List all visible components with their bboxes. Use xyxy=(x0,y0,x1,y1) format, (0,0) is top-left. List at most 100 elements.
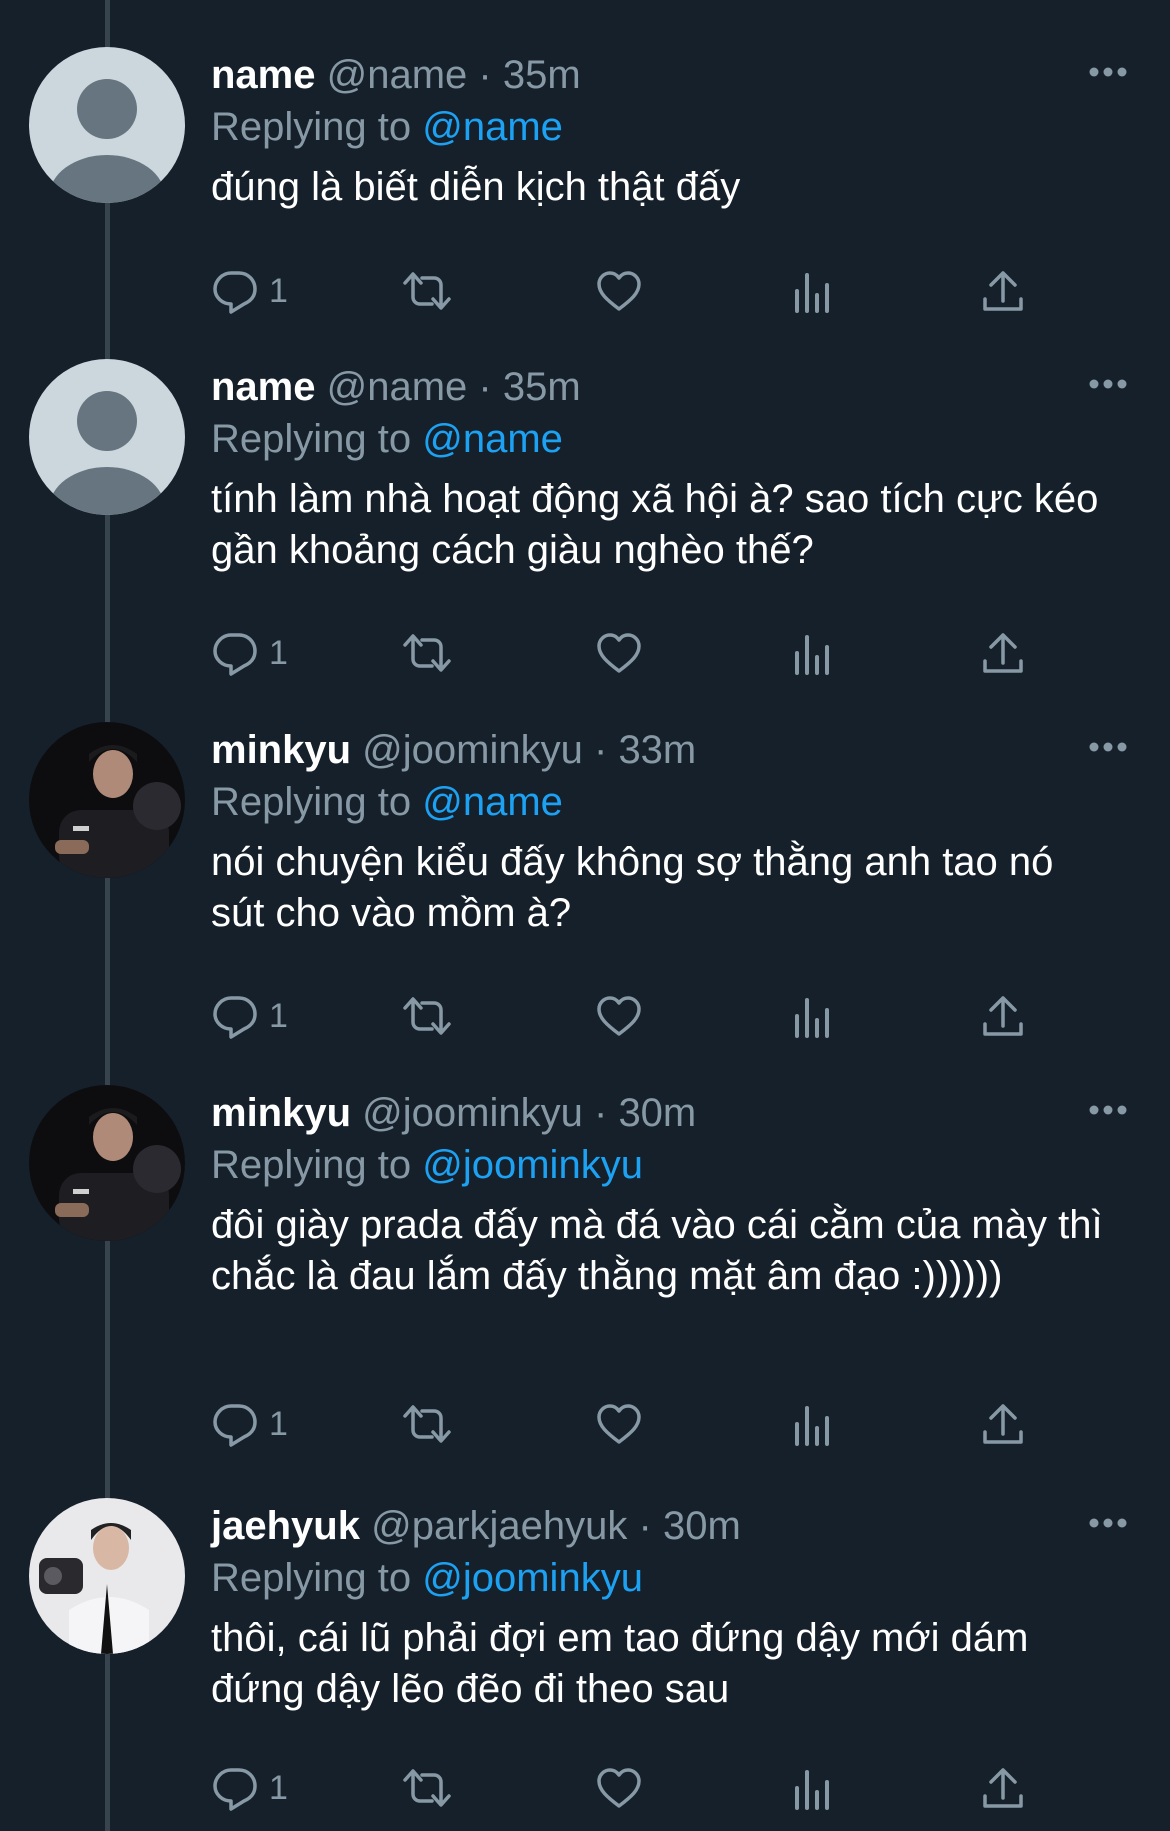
handle[interactable]: @name xyxy=(327,53,468,97)
action-bar: 1 xyxy=(211,1761,1051,1815)
replying-to-handle[interactable]: @joominkyu xyxy=(422,1556,643,1600)
more-icon[interactable] xyxy=(1088,66,1128,78)
retweet-icon xyxy=(403,997,451,1035)
like-button[interactable] xyxy=(595,264,643,318)
reply-button[interactable]: 1 xyxy=(211,264,288,318)
username[interactable]: name xyxy=(211,365,316,409)
more-icon[interactable] xyxy=(1088,378,1128,390)
replying-to: Replying to @name xyxy=(211,414,563,464)
action-bar: 1 xyxy=(211,626,1051,680)
tweet-header: name @name · 35m xyxy=(211,50,581,100)
username[interactable]: jaehyuk xyxy=(211,1504,360,1548)
photo-avatar-light[interactable] xyxy=(29,1498,185,1654)
reply-icon xyxy=(213,996,257,1039)
photo-avatar-dark[interactable] xyxy=(29,1085,185,1241)
separator-dot: · xyxy=(593,1091,608,1135)
handle[interactable]: @joominkyu xyxy=(362,1091,583,1135)
photo-avatar-dark[interactable] xyxy=(29,722,185,878)
replying-to-label: Replying to xyxy=(211,417,412,461)
conversation-thread: name @name · 35m Replying to @name đúng … xyxy=(0,0,1170,1831)
timestamp[interactable]: 33m xyxy=(618,728,696,772)
share-icon xyxy=(983,1404,1023,1444)
retweet-button[interactable] xyxy=(401,264,453,318)
tweet-text: đúng là biết diễn kịch thật đấy xyxy=(211,165,741,209)
reply-count: 1 xyxy=(269,1404,288,1443)
handle[interactable]: @name xyxy=(327,365,468,409)
retweet-icon xyxy=(403,1769,451,1807)
retweet-button[interactable] xyxy=(401,1397,453,1451)
reply-button[interactable]: 1 xyxy=(211,626,288,680)
more-icon[interactable] xyxy=(1088,1517,1128,1529)
share-button[interactable] xyxy=(979,626,1027,680)
reply-icon xyxy=(213,1404,257,1447)
more-icon[interactable] xyxy=(1088,741,1128,753)
analytics-button[interactable] xyxy=(789,1761,837,1815)
tweet-text: tính làm nhà hoạt động xã hội à? sao tíc… xyxy=(211,477,1099,572)
retweet-icon xyxy=(403,634,451,672)
tweet[interactable]: name @name · 35m Replying to @name tính … xyxy=(0,352,1170,712)
reply-button[interactable]: 1 xyxy=(211,1397,288,1451)
like-icon xyxy=(597,1404,641,1444)
more-icon[interactable] xyxy=(1088,1104,1128,1116)
retweet-button[interactable] xyxy=(401,989,453,1043)
reply-icon xyxy=(213,271,257,314)
username[interactable]: minkyu xyxy=(211,1091,351,1135)
share-button[interactable] xyxy=(979,989,1027,1043)
replying-to: Replying to @name xyxy=(211,777,563,827)
retweet-button[interactable] xyxy=(401,626,453,680)
handle[interactable]: @parkjaehyuk xyxy=(371,1504,627,1548)
replying-to-handle[interactable]: @name xyxy=(422,105,563,149)
tweet-text: đôi giày prada đấy mà đá vào cái cằm của… xyxy=(211,1203,1103,1298)
default-avatar[interactable] xyxy=(29,359,185,515)
replying-to-handle[interactable]: @name xyxy=(422,417,563,461)
replying-to-label: Replying to xyxy=(211,1556,412,1600)
tweet[interactable]: jaehyuk @parkjaehyuk · 30m Replying to @… xyxy=(0,1491,1170,1831)
share-icon xyxy=(983,271,1023,311)
tweet-text: nói chuyện kiểu đấy không sợ thằng anh t… xyxy=(211,840,1054,935)
reply-button[interactable]: 1 xyxy=(211,1761,288,1815)
action-bar: 1 xyxy=(211,264,1051,318)
replying-to-label: Replying to xyxy=(211,1143,412,1187)
tweet-header: minkyu @joominkyu · 30m xyxy=(211,1088,696,1138)
tweet[interactable]: minkyu @joominkyu · 30m Replying to @joo… xyxy=(0,1078,1170,1488)
analytics-button[interactable] xyxy=(789,626,837,680)
retweet-icon xyxy=(403,1405,451,1443)
timestamp[interactable]: 35m xyxy=(503,53,581,97)
like-icon xyxy=(597,633,641,673)
replying-to-label: Replying to xyxy=(211,780,412,824)
analytics-button[interactable] xyxy=(789,1397,837,1451)
share-icon xyxy=(983,1768,1023,1808)
replying-to-label: Replying to xyxy=(211,105,412,149)
analytics-icon xyxy=(795,1406,829,1446)
tweet-header: minkyu @joominkyu · 33m xyxy=(211,725,696,775)
share-button[interactable] xyxy=(979,1761,1027,1815)
tweet[interactable]: minkyu @joominkyu · 33m Replying to @nam… xyxy=(0,715,1170,1075)
like-button[interactable] xyxy=(595,626,643,680)
timestamp[interactable]: 30m xyxy=(663,1504,741,1548)
timestamp[interactable]: 30m xyxy=(618,1091,696,1135)
share-button[interactable] xyxy=(979,1397,1027,1451)
analytics-button[interactable] xyxy=(789,989,837,1043)
tweet[interactable]: name @name · 35m Replying to @name đúng … xyxy=(0,40,1170,340)
timestamp[interactable]: 35m xyxy=(503,365,581,409)
like-icon xyxy=(597,1768,641,1808)
replying-to-handle[interactable]: @name xyxy=(422,780,563,824)
reply-count: 1 xyxy=(269,271,288,310)
analytics-button[interactable] xyxy=(789,264,837,318)
reply-button[interactable]: 1 xyxy=(211,989,288,1043)
reply-icon xyxy=(213,633,257,676)
replying-to-handle[interactable]: @joominkyu xyxy=(422,1143,643,1187)
handle[interactable]: @joominkyu xyxy=(362,728,583,772)
username[interactable]: name xyxy=(211,53,316,97)
reply-count: 1 xyxy=(269,1768,288,1807)
like-button[interactable] xyxy=(595,989,643,1043)
share-button[interactable] xyxy=(979,264,1027,318)
retweet-button[interactable] xyxy=(401,1761,453,1815)
action-bar: 1 xyxy=(211,989,1051,1043)
username[interactable]: minkyu xyxy=(211,728,351,772)
default-avatar[interactable] xyxy=(29,47,185,203)
replying-to: Replying to @joominkyu xyxy=(211,1140,643,1190)
like-button[interactable] xyxy=(595,1397,643,1451)
retweet-icon xyxy=(403,272,451,310)
like-button[interactable] xyxy=(595,1761,643,1815)
